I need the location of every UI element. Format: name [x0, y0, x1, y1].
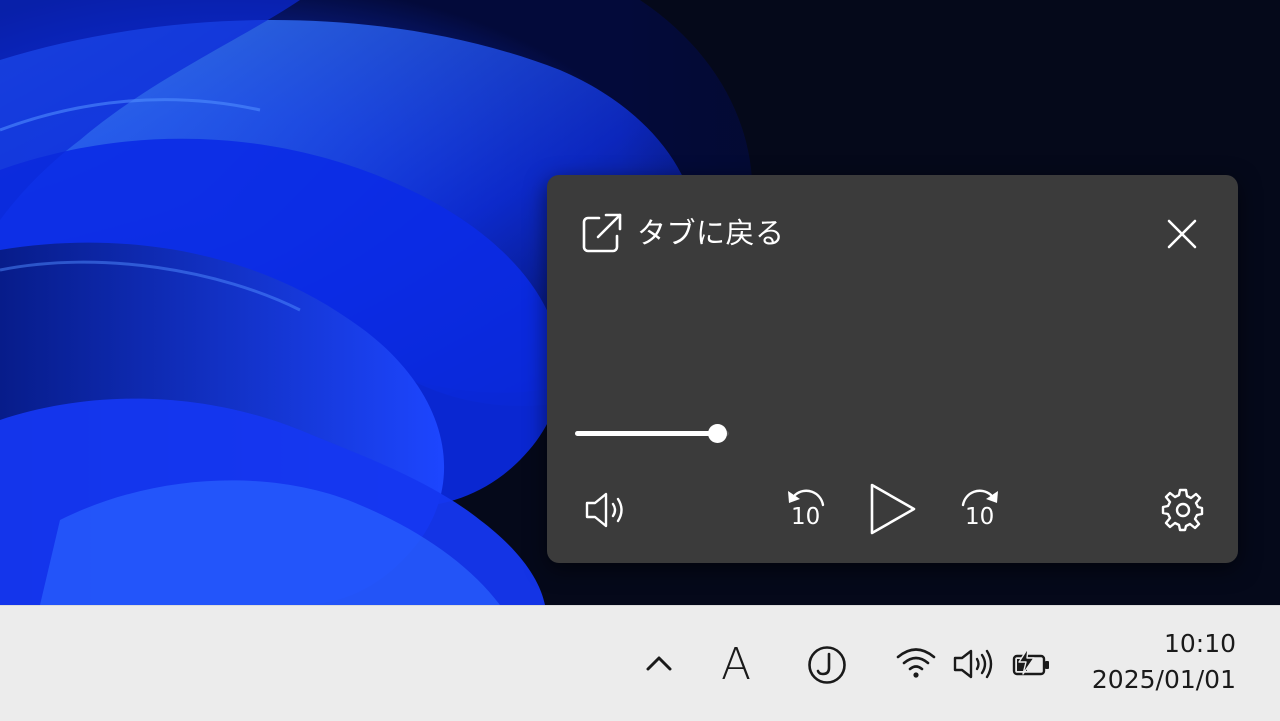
chevron-up-icon: [646, 656, 672, 671]
gear-icon: [1161, 488, 1204, 532]
taskbar: A 10:10 2025/01/01: [0, 605, 1280, 721]
japanese-input-button[interactable]: [806, 644, 848, 686]
settings-button[interactable]: [1161, 488, 1205, 532]
back-to-tab-button[interactable]: タブに戻る: [579, 209, 785, 257]
clock-date: 2025/01/01: [1091, 665, 1236, 694]
japanese-input-icon: [808, 646, 846, 684]
volume-tray-button[interactable]: [952, 646, 994, 682]
seek-progress: [575, 431, 717, 436]
seek-track: [575, 431, 729, 436]
picture-in-picture-player[interactable]: タブに戻る 10 10: [547, 175, 1238, 563]
speaker-icon: [585, 492, 623, 528]
speaker-icon: [953, 649, 993, 679]
close-icon[interactable]: [1161, 213, 1203, 255]
seek-slider[interactable]: [575, 421, 737, 445]
ime-mode-indicator[interactable]: A: [716, 640, 756, 690]
clock[interactable]: 10:10 2025/01/01: [1078, 626, 1236, 698]
clock-time: 10:10: [1163, 629, 1236, 658]
battery-charging-icon: [1012, 647, 1049, 676]
back-to-tab-label: タブに戻る: [637, 215, 785, 250]
play-button[interactable]: [867, 481, 919, 537]
rewind-seconds-label: 10: [791, 504, 821, 530]
show-hidden-icons-button[interactable]: [644, 652, 674, 674]
forward-10-button[interactable]: 10: [957, 485, 1003, 535]
wifi-button[interactable]: [895, 646, 937, 680]
battery-button[interactable]: [1010, 646, 1052, 682]
seek-thumb[interactable]: [707, 424, 727, 443]
rewind-10-button[interactable]: 10: [783, 485, 829, 535]
forward-seconds-label: 10: [965, 504, 995, 530]
play-icon: [870, 483, 916, 535]
open-in-new-icon: [582, 213, 622, 253]
wifi-icon: [896, 648, 936, 671]
volume-button[interactable]: [583, 488, 629, 532]
